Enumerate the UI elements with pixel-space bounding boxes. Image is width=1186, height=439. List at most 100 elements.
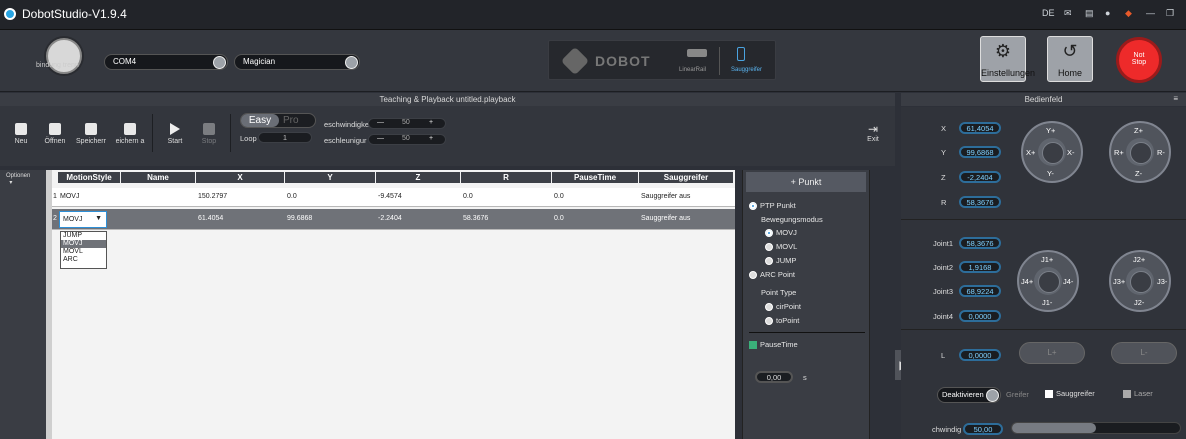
stop-button[interactable]: Stop: [194, 118, 224, 152]
device-select[interactable]: Magician: [234, 54, 360, 70]
cell-x[interactable]: 61.4054: [198, 215, 223, 222]
jog-pad-xy[interactable]: Y+ Y- X+ X-: [1021, 121, 1083, 183]
options-button[interactable]: Optionen ▾: [6, 173, 30, 186]
speed-slider[interactable]: [1011, 422, 1181, 434]
jog-j3-minus[interactable]: J3-: [1157, 277, 1167, 286]
mode-movj-radio[interactable]: MOVJ: [765, 228, 797, 238]
header-z[interactable]: Z: [376, 172, 460, 183]
accel-decrease[interactable]: —: [377, 135, 384, 142]
cell-y[interactable]: 0.0: [287, 193, 297, 200]
save-as-button[interactable]: eichern a: [112, 118, 148, 152]
jog-pad-zr[interactable]: Z+ Z- R+ R-: [1109, 121, 1171, 183]
arc-radio[interactable]: ARC Point: [749, 270, 795, 280]
document-icon[interactable]: ▤: [1085, 8, 1094, 19]
accel-increase[interactable]: +: [429, 135, 433, 142]
header-y[interactable]: Y: [285, 172, 375, 183]
add-point-button[interactable]: + Punkt: [746, 172, 866, 192]
cell-motionstyle[interactable]: MOVJ: [60, 193, 79, 200]
header-x[interactable]: X: [196, 172, 284, 183]
maximize-icon[interactable]: ❐: [1166, 8, 1174, 19]
loop-input[interactable]: 1: [258, 132, 312, 143]
cell-y[interactable]: 99.6868: [287, 215, 312, 222]
jog-j1-minus[interactable]: J1-: [1042, 298, 1052, 307]
jog-pad-j1-j4[interactable]: J1+ J1- J4+ J4-: [1017, 250, 1079, 312]
end-effector-label[interactable]: Sauggreifer: [731, 67, 762, 73]
jog-j1-plus[interactable]: J1+: [1041, 255, 1053, 264]
jog-y-plus[interactable]: Y+: [1046, 126, 1055, 135]
topoint-radio[interactable]: toPoint: [765, 316, 799, 326]
pausetime-input[interactable]: 0,00: [755, 371, 793, 383]
table-row-selected[interactable]: 2 MOVJ ▼ 61.4054 99.6868 -2.2404 58.3676 …: [52, 209, 735, 230]
home-button[interactable]: ↺ Home: [1047, 36, 1093, 82]
jog-j4-minus[interactable]: J4-: [1063, 277, 1073, 286]
help-icon[interactable]: ●: [1105, 8, 1110, 18]
l-plus-button[interactable]: L+: [1019, 342, 1085, 364]
app-badge-icon[interactable]: ◆: [1125, 8, 1132, 19]
jog-j4-plus[interactable]: J4+: [1021, 277, 1033, 286]
cell-z[interactable]: -2.2404: [378, 215, 402, 222]
settings-button[interactable]: ⚙ Einstellungen: [980, 36, 1035, 82]
mode-jump-radio[interactable]: JUMP: [765, 256, 796, 266]
cirpoint-radio[interactable]: cirPoint: [765, 302, 801, 312]
linear-rail-icon[interactable]: [687, 49, 707, 57]
jog-j2-plus[interactable]: J2+: [1133, 255, 1145, 264]
jog-j2-minus[interactable]: J2-: [1134, 298, 1144, 307]
port-select[interactable]: COM4: [104, 54, 228, 70]
jog-z-minus[interactable]: Z-: [1135, 169, 1142, 178]
header-r[interactable]: R: [461, 172, 551, 183]
mail-icon[interactable]: ✉: [1064, 8, 1072, 19]
jog-x-plus[interactable]: X+: [1026, 148, 1035, 157]
save-button[interactable]: Speicherr: [74, 118, 108, 152]
speed-stepper[interactable]: — 50 +: [368, 118, 446, 129]
suction-checkbox[interactable]: Sauggreifer: [1045, 389, 1095, 399]
ptp-radio[interactable]: PTP Punkt: [749, 201, 796, 211]
accel-stepper[interactable]: — 50 +: [368, 134, 446, 145]
exit-button[interactable]: ⇥ Exit: [858, 118, 888, 152]
cell-sauggreifer[interactable]: Sauggreifer aus: [641, 215, 690, 222]
dropdown-option-movl[interactable]: MOVL: [61, 248, 106, 256]
menu-icon[interactable]: ≡: [1173, 94, 1178, 103]
jog-x-minus[interactable]: X-: [1067, 148, 1075, 157]
dropdown-option-arc[interactable]: ARC: [61, 256, 106, 264]
mode-movl-radio[interactable]: MOVL: [765, 242, 797, 252]
jog-r-minus[interactable]: R-: [1157, 148, 1165, 157]
speed-decrease[interactable]: —: [377, 119, 384, 126]
dropdown-option-movj[interactable]: MOVJ: [61, 240, 106, 248]
jog-pad-j2-j3[interactable]: J2+ J2- J3+ J3-: [1109, 250, 1171, 312]
header-sauggreifer[interactable]: Sauggreifer: [639, 172, 733, 183]
new-button[interactable]: Neu: [6, 118, 36, 152]
cell-sauggreifer[interactable]: Sauggreifer aus: [641, 193, 690, 200]
table-row[interactable]: 1 MOVJ 150.2797 0.0 -9.4574 0.0 0.0 Saug…: [52, 188, 735, 207]
header-motionstyle[interactable]: MotionStyle: [58, 172, 120, 183]
header-name[interactable]: Name: [121, 172, 195, 183]
start-button[interactable]: Start: [160, 118, 190, 152]
cell-r[interactable]: 58.3676: [463, 215, 488, 222]
open-button[interactable]: Öffnen: [40, 118, 70, 152]
cell-x[interactable]: 150.2797: [198, 193, 227, 200]
speed-increase[interactable]: +: [429, 119, 433, 126]
jog-y-minus[interactable]: Y-: [1047, 169, 1054, 178]
jog-r-plus[interactable]: R+: [1114, 148, 1124, 157]
suction-cup-icon[interactable]: [737, 47, 745, 61]
cell-z[interactable]: -9.4574: [378, 193, 402, 200]
cell-pausetime[interactable]: 0.0: [554, 193, 564, 200]
pausetime-checkbox[interactable]: PauseTime: [749, 340, 798, 350]
mode-toggle[interactable]: Easy Pro: [240, 113, 316, 128]
language-selector[interactable]: DE: [1042, 8, 1055, 18]
jog-z-plus[interactable]: Z+: [1134, 126, 1143, 135]
mode-easy[interactable]: Easy: [241, 114, 279, 127]
jog-j3-plus[interactable]: J3+: [1113, 277, 1125, 286]
header-pausetime[interactable]: PauseTime: [552, 172, 638, 183]
emergency-stop-button[interactable]: Not Stop: [1116, 37, 1162, 83]
laser-checkbox[interactable]: Laser: [1123, 389, 1153, 399]
mode-pro[interactable]: Pro: [283, 114, 299, 127]
cell-pausetime[interactable]: 0.0: [554, 215, 564, 222]
dropdown-option-jump[interactable]: JUMP: [61, 232, 106, 240]
gripper-label[interactable]: Greifer: [1006, 390, 1029, 399]
motionstyle-combobox[interactable]: MOVJ ▼: [59, 211, 107, 228]
deactivate-select[interactable]: Deaktivieren: [937, 387, 1001, 403]
linear-rail-label[interactable]: LinearRail: [679, 67, 706, 73]
l-minus-button[interactable]: L-: [1111, 342, 1177, 364]
cell-r[interactable]: 0.0: [463, 193, 473, 200]
minimize-icon[interactable]: —: [1146, 8, 1155, 18]
